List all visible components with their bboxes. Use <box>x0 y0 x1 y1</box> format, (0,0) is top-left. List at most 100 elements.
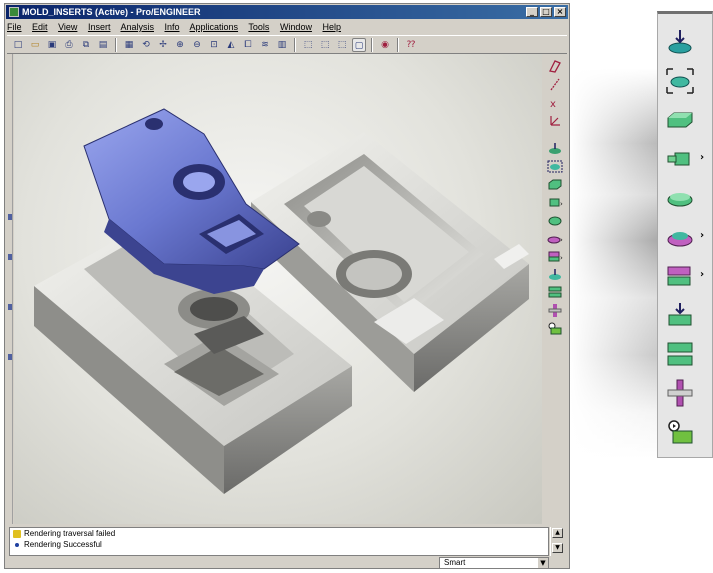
svg-text:›: › <box>560 254 563 262</box>
new-icon[interactable]: □ <box>11 38 25 52</box>
menu-applications[interactable]: Applications <box>190 22 239 32</box>
repaint-icon[interactable]: ▦ <box>122 38 136 52</box>
sash-arrow-icon <box>8 304 12 310</box>
wireframe-icon[interactable]: ⬚ <box>301 38 315 52</box>
no-hidden-icon[interactable]: ⬚ <box>335 38 349 52</box>
workpiece-icon[interactable] <box>547 159 563 174</box>
create-box-icon[interactable] <box>665 106 695 134</box>
app-icon <box>9 7 19 17</box>
assembly-icon[interactable] <box>547 321 563 336</box>
mold-opening-icon[interactable] <box>665 340 695 368</box>
mold-layout-icon[interactable] <box>665 418 695 446</box>
chevron-down-icon[interactable]: ▼ <box>538 558 548 568</box>
box-icon[interactable] <box>547 177 563 192</box>
model-tree-icon[interactable]: ▥ <box>275 38 289 52</box>
zoom-callout-fade <box>570 0 660 573</box>
main-toolbar: □ ▭ ▣ ⎙ ⧉ ▤ ▦ ⟲ ✢ ⊕ ⊖ ⊡ ◭ ⧠ ≋ ▥ ⬚ ⬚ ⬚ ▢ … <box>7 35 567 54</box>
coordinate-system-icon[interactable] <box>547 113 563 128</box>
mold-model-render <box>34 108 529 494</box>
spin-icon[interactable]: ⟲ <box>139 38 153 52</box>
menu-view[interactable]: View <box>58 22 77 32</box>
copy-icon[interactable]: ⧉ <box>79 38 93 52</box>
info-bullet-icon <box>15 543 19 547</box>
magnified-mold-toolbar: › › › <box>657 11 713 458</box>
close-button[interactable]: × <box>554 7 566 17</box>
print-icon[interactable]: ⎙ <box>62 38 76 52</box>
volume-split-icon[interactable] <box>665 262 695 290</box>
sash-arrow-icon <box>8 354 12 360</box>
menu-info[interactable]: Info <box>165 22 180 32</box>
volume-block-icon[interactable] <box>665 184 695 212</box>
paste-icon[interactable]: ▤ <box>96 38 110 52</box>
locate-refpart-icon[interactable] <box>665 28 695 56</box>
window-title: MOLD_INSERTS (Active) - Pro/ENGINEER <box>22 7 201 17</box>
view-icon[interactable]: ◭ <box>224 38 238 52</box>
datum-display-icon[interactable]: ◉ <box>378 38 392 52</box>
zoom-out-icon[interactable]: ⊖ <box>190 38 204 52</box>
filter-value: Smart <box>444 558 466 567</box>
extract-icon[interactable] <box>547 267 563 282</box>
graphics-window[interactable] <box>14 54 542 524</box>
zoom-in-icon[interactable]: ⊕ <box>173 38 187 52</box>
ejector-pin-icon[interactable] <box>665 379 695 407</box>
sash-arrow-icon <box>8 214 12 220</box>
parting-surface-flyout-chevron-icon[interactable]: › <box>700 230 704 241</box>
toolbar-separator <box>371 37 373 52</box>
trim-icon[interactable] <box>547 303 563 318</box>
hidden-line-icon[interactable]: ⬚ <box>318 38 332 52</box>
menu-bar: File Edit View Insert Analysis Info Appl… <box>7 21 567 34</box>
menu-edit[interactable]: Edit <box>32 22 48 32</box>
menu-file[interactable]: File <box>7 22 22 32</box>
slider-icon[interactable] <box>665 145 695 173</box>
shaded-icon[interactable]: ▢ <box>352 37 366 52</box>
refit-icon[interactable]: ⊡ <box>207 38 221 52</box>
slider-flyout-chevron-icon[interactable]: › <box>700 152 704 163</box>
split-icon[interactable]: › <box>547 249 563 264</box>
toolbar-separator <box>115 37 117 52</box>
message-area: Rendering traversal failed Rendering Suc… <box>9 527 549 556</box>
datum-point-icon[interactable]: x <box>547 95 563 110</box>
mold-toolbar: x › › › <box>545 59 565 359</box>
scroll-down-icon[interactable]: ▼ <box>552 543 563 553</box>
warning-icon <box>13 530 21 538</box>
menu-window[interactable]: Window <box>280 22 312 32</box>
datum-plane-icon[interactable] <box>547 59 563 74</box>
svg-text:›: › <box>560 236 563 244</box>
volume-icon[interactable] <box>547 213 563 228</box>
title-bar[interactable]: MOLD_INSERTS (Active) - Pro/ENGINEER _ □… <box>6 5 568 19</box>
orient-icon[interactable]: ✢ <box>156 38 170 52</box>
automatic-workpiece-icon[interactable] <box>665 67 695 95</box>
menu-help[interactable]: Help <box>322 22 341 32</box>
scroll-up-icon[interactable]: ▲ <box>552 528 563 538</box>
saved-views-icon[interactable]: ⧠ <box>241 38 255 52</box>
parting-surface-icon[interactable]: › <box>547 231 563 246</box>
menu-tools[interactable]: Tools <box>248 22 269 32</box>
sash-arrow-icon <box>8 254 12 260</box>
message-scrollbar[interactable]: ▲ ▼ <box>550 527 564 556</box>
message-text: Rendering Successful <box>24 540 102 549</box>
datum-axis-icon[interactable] <box>547 77 563 92</box>
left-edge-handle[interactable] <box>7 54 13 524</box>
parting-surface-icon[interactable] <box>665 223 695 251</box>
save-icon[interactable]: ▣ <box>45 38 59 52</box>
mold-opening-icon[interactable] <box>547 285 563 300</box>
volume-split-flyout-chevron-icon[interactable]: › <box>700 269 704 280</box>
refpart-icon[interactable] <box>547 141 563 156</box>
svg-text:x: x <box>550 99 556 110</box>
open-icon[interactable]: ▭ <box>28 38 42 52</box>
selection-filter-dropdown[interactable]: Smart ▼ <box>439 557 549 569</box>
toolbar-separator <box>397 37 399 52</box>
pro-engineer-window: MOLD_INSERTS (Active) - Pro/ENGINEER _ □… <box>4 3 570 569</box>
status-bar: Smart ▼ <box>7 557 567 569</box>
minimize-button[interactable]: _ <box>526 7 538 17</box>
extract-mold-volume-icon[interactable] <box>665 301 695 329</box>
toolbar-separator <box>294 37 296 52</box>
maximize-button[interactable]: □ <box>540 7 552 17</box>
message-line: Rendering traversal failed <box>10 528 548 539</box>
layers-icon[interactable]: ≋ <box>258 38 272 52</box>
menu-analysis[interactable]: Analysis <box>120 22 154 32</box>
whats-this-icon[interactable]: ⁇ <box>404 38 418 52</box>
slider-icon[interactable]: › <box>547 195 563 210</box>
menu-insert[interactable]: Insert <box>88 22 111 32</box>
message-line: Rendering Successful <box>10 539 548 550</box>
